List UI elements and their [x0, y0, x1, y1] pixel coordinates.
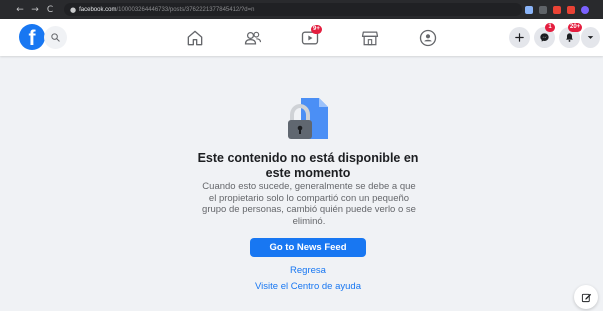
- page-description: Cuando esto sucede, generalmente se debe…: [202, 181, 416, 227]
- profile-avatar[interactable]: [581, 5, 589, 14]
- messenger-button[interactable]: 1: [534, 23, 555, 48]
- nav-groups[interactable]: [418, 28, 438, 48]
- help-center-link[interactable]: Visite el Centro de ayuda: [228, 281, 388, 292]
- facebook-logo[interactable]: f: [19, 24, 45, 50]
- account-menu-button[interactable]: [581, 27, 600, 48]
- search-button[interactable]: [44, 26, 67, 49]
- go-back-link[interactable]: Regresa: [258, 265, 358, 276]
- messenger-badge: 1: [545, 23, 555, 32]
- notifications-button[interactable]: 20+: [559, 23, 583, 48]
- watch-badge: 9+: [311, 25, 322, 34]
- search-icon: [51, 33, 60, 42]
- bell-icon: [566, 33, 573, 42]
- extension-icon[interactable]: [553, 5, 561, 14]
- extension-icon[interactable]: [567, 5, 575, 14]
- forward-button[interactable]: →: [29, 4, 41, 16]
- star-icon[interactable]: [539, 5, 547, 14]
- extensions: [525, 5, 589, 14]
- compose-icon: [581, 293, 591, 302]
- url-host: facebook.com: [79, 6, 117, 13]
- groups-icon: [419, 29, 437, 47]
- friends-icon: [244, 31, 262, 45]
- go-to-news-feed-button[interactable]: Go to News Feed: [250, 238, 366, 257]
- marketplace-icon: [361, 31, 379, 46]
- browser-nav: ← → C: [14, 4, 56, 16]
- new-message-button[interactable]: [574, 285, 598, 309]
- nav-marketplace[interactable]: [360, 28, 380, 48]
- back-button[interactable]: ←: [14, 4, 26, 16]
- home-icon: [187, 30, 203, 46]
- reload-button[interactable]: C: [44, 4, 56, 16]
- notifications-badge: 20+: [568, 23, 583, 32]
- plus-icon: [515, 33, 524, 42]
- lock-document-icon: [288, 98, 328, 139]
- nav-watch[interactable]: 9+: [300, 25, 322, 48]
- nav-home[interactable]: [185, 28, 205, 48]
- facebook-header: f 9+ 1 20+: [0, 19, 603, 56]
- create-button[interactable]: [509, 27, 530, 48]
- extension-icon[interactable]: [525, 5, 533, 14]
- nav-friends[interactable]: [243, 28, 263, 48]
- url-path: /100003264446733/posts/3762221377845412/…: [116, 6, 255, 13]
- content-unavailable-panel: Este contenido no está disponible en est…: [0, 56, 603, 311]
- page-title: Este contenido no está disponible en est…: [197, 151, 419, 180]
- browser-toolbar: ← → C ● facebook.com /100003264446733/po…: [0, 0, 603, 19]
- address-bar[interactable]: ● facebook.com /100003264446733/posts/37…: [64, 3, 522, 16]
- caret-down-icon: [587, 36, 594, 39]
- messenger-icon: [540, 33, 549, 42]
- padlock-icon: ●: [70, 5, 77, 14]
